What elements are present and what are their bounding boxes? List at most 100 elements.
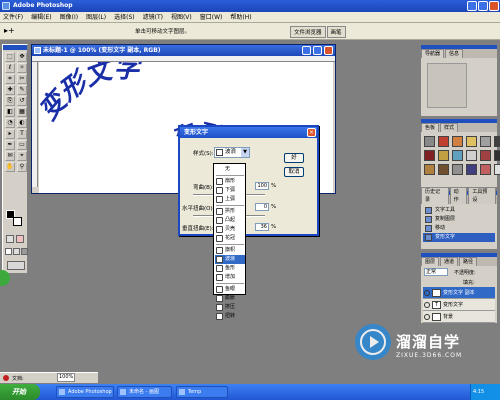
- swatches-tab-1[interactable]: 样式: [440, 123, 459, 132]
- style-option-2[interactable]: 下弧: [215, 186, 245, 195]
- layer-row[interactable]: 背景: [423, 311, 495, 323]
- dodge-tool-icon[interactable]: ◐: [17, 118, 27, 128]
- move-tool-preset-icon[interactable]: ▸+: [4, 26, 18, 37]
- style-option-5[interactable]: 凸起: [215, 216, 245, 225]
- style-option-14[interactable]: 挤压: [215, 303, 245, 312]
- maximize-button[interactable]: [478, 1, 488, 11]
- eyedropper-tool-icon[interactable]: ⌖: [17, 151, 27, 161]
- screen-mode-standard-icon[interactable]: [5, 248, 12, 255]
- cancel-button[interactable]: 取消: [284, 167, 304, 177]
- eraser-tool-icon[interactable]: ◧: [5, 107, 15, 117]
- dock-tab-file-browser[interactable]: 文件浏览器: [290, 26, 326, 38]
- history-tab-0[interactable]: 历史记录: [421, 187, 449, 204]
- menu-item-3[interactable]: 图层(L): [86, 12, 106, 23]
- style-swatch[interactable]: [494, 136, 500, 147]
- style-swatch[interactable]: [424, 150, 435, 161]
- style-option-8[interactable]: 旗帜: [215, 246, 245, 255]
- style-option-0[interactable]: 无: [215, 165, 245, 174]
- layer-row[interactable]: T 变形文字 副本: [423, 287, 495, 299]
- style-option-1[interactable]: 扇形: [215, 177, 245, 186]
- style-option-11[interactable]: 增加: [215, 273, 245, 282]
- bend-field[interactable]: 100: [255, 182, 269, 190]
- slice-tool-icon[interactable]: ✂: [17, 74, 27, 84]
- menu-item-7[interactable]: 窗口(W): [200, 12, 223, 23]
- shape-tool-icon[interactable]: ▭: [17, 140, 27, 150]
- ok-button[interactable]: 好: [284, 153, 304, 163]
- hdistort-field[interactable]: 0: [255, 203, 269, 211]
- style-option-13[interactable]: 膨胀: [215, 294, 245, 303]
- close-button[interactable]: [489, 1, 499, 11]
- history-item[interactable]: 复制图层: [423, 215, 495, 224]
- type-tool-icon[interactable]: T: [17, 129, 27, 139]
- minimize-button[interactable]: [467, 1, 477, 11]
- menu-item-2[interactable]: 图像(I): [60, 12, 78, 23]
- layers-tab-2[interactable]: 路径: [459, 257, 478, 266]
- pen-tool-icon[interactable]: ✒: [5, 140, 15, 150]
- style-select[interactable]: 波浪 ▼: [214, 147, 250, 158]
- lasso-tool-icon[interactable]: ℓ: [5, 63, 15, 73]
- eye-icon[interactable]: [424, 302, 430, 308]
- style-swatch[interactable]: [452, 164, 463, 175]
- style-swatch[interactable]: [438, 150, 449, 161]
- layers-tab-1[interactable]: 通道: [440, 257, 459, 266]
- style-swatch[interactable]: [494, 150, 500, 161]
- magic-wand-tool-icon[interactable]: ✧: [17, 63, 27, 73]
- history-tab-1[interactable]: 动作: [449, 187, 468, 204]
- style-option-10[interactable]: 鱼形: [215, 264, 245, 273]
- style-swatch[interactable]: [424, 136, 435, 147]
- style-option-6[interactable]: 贝壳: [215, 225, 245, 234]
- crop-tool-icon[interactable]: ⌗: [5, 74, 15, 84]
- style-swatch[interactable]: [438, 136, 449, 147]
- hand-tool-icon[interactable]: ✋: [5, 162, 15, 172]
- blend-mode-select[interactable]: 正常: [424, 268, 448, 276]
- menu-item-4[interactable]: 选择(S): [114, 12, 135, 23]
- menu-item-8[interactable]: 帮助(H): [230, 12, 251, 23]
- blur-tool-icon[interactable]: ◔: [5, 118, 15, 128]
- brush-tool-icon[interactable]: ✎: [17, 85, 27, 95]
- style-option-3[interactable]: 上弧: [215, 195, 245, 204]
- style-swatch[interactable]: [438, 164, 449, 175]
- style-swatch[interactable]: [494, 164, 500, 175]
- style-swatch[interactable]: [424, 164, 435, 175]
- style-option-12[interactable]: 鱼眼: [215, 285, 245, 294]
- gradient-tool-icon[interactable]: ▦: [17, 107, 27, 117]
- history-item[interactable]: 变形文字: [423, 233, 495, 242]
- doc-minimize-button[interactable]: [302, 46, 311, 55]
- menu-item-5[interactable]: 滤镜(T): [143, 12, 163, 23]
- doc-close-button[interactable]: [324, 46, 333, 55]
- style-option-9[interactable]: 波浪: [215, 255, 245, 264]
- eye-icon[interactable]: [424, 314, 430, 320]
- background-color-swatch[interactable]: [13, 217, 22, 226]
- eye-icon[interactable]: [424, 290, 430, 296]
- zoom-field[interactable]: 100%: [57, 373, 75, 382]
- navigator-tab-1[interactable]: 信息: [445, 49, 464, 58]
- task-paint[interactable]: 未命名 - 画图: [117, 386, 172, 398]
- style-swatch[interactable]: [480, 150, 491, 161]
- style-swatch[interactable]: [452, 150, 463, 161]
- style-option-4[interactable]: 拱形: [215, 207, 245, 216]
- dock-tab-brushes[interactable]: 画笔: [326, 26, 346, 38]
- style-swatch[interactable]: [480, 136, 491, 147]
- move-tool-icon[interactable]: ✥: [17, 52, 27, 62]
- style-swatch[interactable]: [466, 150, 477, 161]
- path-select-tool-icon[interactable]: ▸: [5, 129, 15, 139]
- style-swatch[interactable]: [480, 164, 491, 175]
- style-swatch[interactable]: [466, 164, 477, 175]
- dialog-close-button[interactable]: ×: [307, 128, 316, 137]
- layers-tab-0[interactable]: 图层: [421, 257, 440, 266]
- healing-tool-icon[interactable]: ✚: [5, 85, 15, 95]
- jump-to-imageready-icon[interactable]: [7, 261, 25, 270]
- style-swatch[interactable]: [466, 136, 477, 147]
- vdistort-field[interactable]: 36: [255, 223, 269, 231]
- history-item[interactable]: 文字工具: [423, 206, 495, 215]
- zoom-tool-icon[interactable]: ⚲: [17, 162, 27, 172]
- style-option-15[interactable]: 扭转: [215, 312, 245, 321]
- screen-mode-full-menu-icon[interactable]: [13, 248, 20, 255]
- menu-item-1[interactable]: 编辑(E): [31, 12, 51, 23]
- navigator-tab-0[interactable]: 导航器: [421, 49, 445, 58]
- layer-row[interactable]: T 变形文字: [423, 299, 495, 311]
- task-temp[interactable]: Temp: [176, 386, 228, 398]
- menu-item-6[interactable]: 视图(V): [171, 12, 192, 23]
- menu-item-0[interactable]: 文件(F): [3, 12, 23, 23]
- history-tab-2[interactable]: 工具预设: [468, 187, 496, 204]
